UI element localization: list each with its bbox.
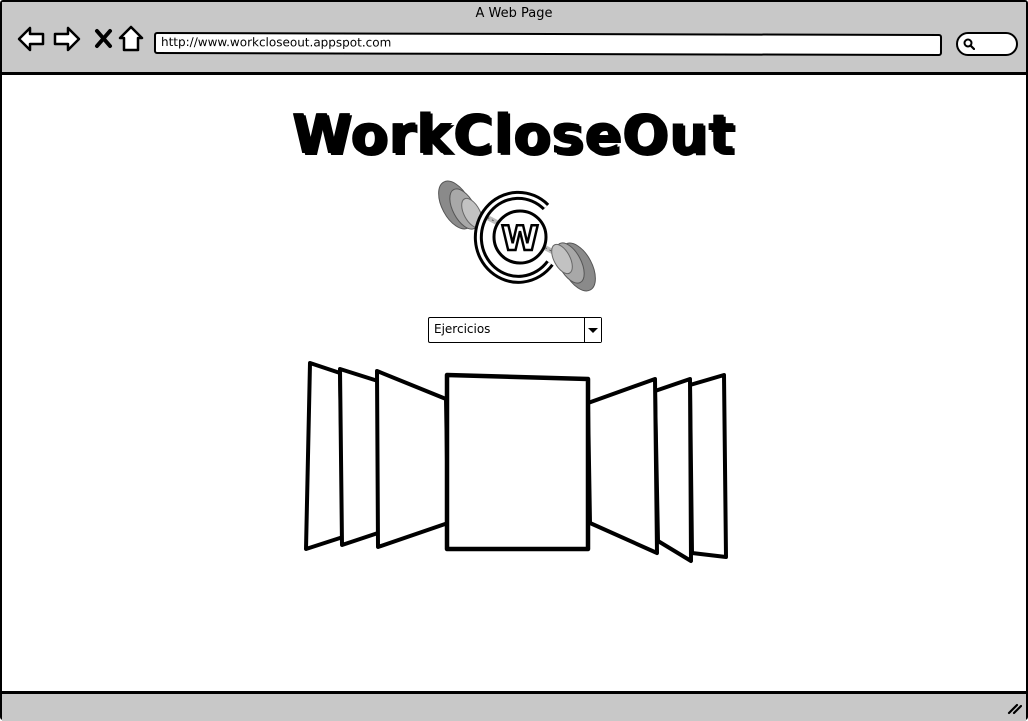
- chevron-down-icon: [588, 328, 598, 333]
- page-content: WorkCloseOut W Ejercicios: [2, 75, 1026, 691]
- carousel-panel[interactable]: [338, 367, 380, 547]
- home-icon[interactable]: [116, 24, 146, 54]
- browser-statusbar: [2, 691, 1026, 721]
- window-title: A Web Page: [475, 6, 553, 21]
- carousel-panel[interactable]: [688, 373, 728, 559]
- search-icon: [963, 38, 975, 50]
- browser-titlebar: A Web Page http://www.workcloseout.appsp…: [2, 2, 1026, 75]
- carousel-panel[interactable]: [304, 361, 345, 551]
- arrow-left-icon[interactable]: [16, 24, 46, 54]
- resize-grip-icon[interactable]: [1006, 699, 1022, 715]
- site-title: WorkCloseOut: [292, 103, 736, 166]
- dropdown-selected-value: Ejercicios: [434, 322, 491, 336]
- barbell-logo-icon: W: [438, 180, 596, 292]
- carousel-panel[interactable]: [375, 369, 450, 549]
- carousel-panel[interactable]: [586, 377, 659, 555]
- address-bar[interactable]: http://www.workcloseout.appspot.com: [153, 31, 943, 57]
- carousel-panel-featured[interactable]: [444, 372, 591, 552]
- logo-letter: W: [501, 219, 539, 259]
- search-box[interactable]: [956, 32, 1018, 56]
- browser-window: A Web Page http://www.workcloseout.appsp…: [0, 0, 1028, 721]
- url-text: http://www.workcloseout.appspot.com: [160, 34, 392, 50]
- dropdown-toggle[interactable]: [584, 318, 601, 342]
- carousel-panel[interactable]: [653, 377, 693, 563]
- arrow-right-icon[interactable]: [52, 24, 82, 54]
- category-dropdown[interactable]: Ejercicios: [428, 317, 602, 343]
- cover-flow-carousel[interactable]: [298, 355, 738, 565]
